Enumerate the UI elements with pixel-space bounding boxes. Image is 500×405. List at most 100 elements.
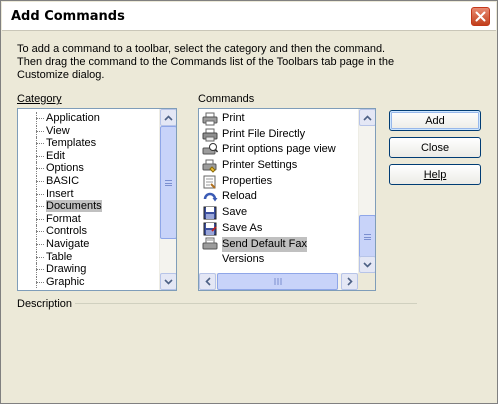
- tree-connector: [18, 124, 46, 137]
- category-item-label: Options: [46, 162, 84, 175]
- tree-connector: [18, 162, 46, 175]
- commands-label: Commands: [198, 93, 254, 105]
- scroll-up-button[interactable]: [359, 109, 375, 126]
- hscroll-thumb[interactable]: [217, 273, 338, 290]
- properties-icon: [202, 175, 218, 189]
- description-label: Description: [17, 298, 73, 310]
- instructions-text: To add a command to a toolbar, select th…: [17, 43, 395, 81]
- arrow-right-icon: [346, 277, 353, 286]
- command-item-label: Print options page view: [222, 143, 336, 156]
- command-item[interactable]: Print: [199, 111, 359, 127]
- close-window-button[interactable]: [471, 7, 490, 26]
- command-item-label: Send Default Fax: [222, 236, 307, 253]
- command-item-label: Reload: [222, 190, 257, 203]
- category-item[interactable]: Table: [18, 250, 160, 264]
- help-button[interactable]: Help: [389, 164, 481, 185]
- scroll-right-button[interactable]: [341, 273, 358, 290]
- command-item[interactable]: Versions: [199, 252, 359, 268]
- commands-vscrollbar[interactable]: [358, 109, 375, 273]
- save-icon: [202, 206, 218, 220]
- command-item-label: Printer Settings: [222, 159, 298, 172]
- grip-icon: [364, 233, 371, 240]
- command-item[interactable]: Reload: [199, 189, 359, 205]
- category-item[interactable]: Edit: [18, 149, 160, 163]
- help-button-label: Help: [423, 168, 447, 181]
- scroll-thumb[interactable]: [359, 215, 375, 258]
- category-item-label: View: [46, 124, 70, 137]
- printer-settings-icon: [202, 159, 218, 173]
- scroll-left-button[interactable]: [199, 273, 216, 290]
- category-item[interactable]: Insert: [18, 187, 160, 201]
- close-icon: [475, 11, 486, 22]
- add-button[interactable]: Add: [389, 110, 481, 131]
- scroll-down-button[interactable]: [160, 273, 176, 290]
- category-item[interactable]: Application: [18, 112, 160, 125]
- category-item-label: Drawing: [46, 263, 87, 276]
- category-item[interactable]: BASIC: [18, 174, 160, 188]
- command-item-label: Save As: [222, 221, 263, 234]
- category-item[interactable]: Options: [18, 162, 160, 175]
- category-item-label: Navigate: [46, 237, 90, 250]
- reload-icon: [202, 190, 218, 204]
- category-list[interactable]: Application View Templates Edit Options BASIC…: [17, 108, 177, 291]
- command-item[interactable]: Properties: [199, 174, 359, 190]
- command-item-label: Properties: [222, 174, 273, 187]
- commands-list[interactable]: Print Print File Directly Print options pa…: [198, 108, 376, 291]
- category-item[interactable]: Documents: [18, 200, 160, 213]
- category-item-label: Templates: [46, 137, 97, 150]
- tree-connector: [18, 275, 46, 288]
- blank-icon: [202, 253, 218, 267]
- fax-icon: [202, 237, 218, 251]
- commands-hscrollbar[interactable]: [199, 273, 358, 290]
- tree-connector: [18, 212, 46, 225]
- tree-connector: [18, 112, 46, 124]
- grip-icon: [165, 179, 172, 186]
- category-vscrollbar[interactable]: [159, 109, 176, 290]
- add-commands-dialog: Add Commands To add a command to a toolb…: [0, 0, 498, 404]
- command-item-label: Versions: [222, 253, 265, 266]
- tree-connector: [18, 137, 46, 150]
- tree-connector: [18, 200, 46, 213]
- category-item-label: Edit: [46, 149, 65, 162]
- category-item-label: Documents: [46, 200, 102, 213]
- category-item[interactable]: Controls: [18, 225, 160, 238]
- command-item[interactable]: Save As: [199, 221, 359, 237]
- category-item-label: Table: [46, 250, 73, 263]
- category-item-label: Application: [46, 112, 100, 124]
- category-item[interactable]: Format: [18, 212, 160, 226]
- category-label-text: Category: [17, 93, 62, 105]
- printer-direct-icon: [202, 128, 218, 142]
- category-item[interactable]: Templates: [18, 137, 160, 150]
- printer-icon: [202, 112, 218, 126]
- category-item[interactable]: Graphic: [18, 275, 160, 289]
- command-item[interactable]: Print File Directly: [199, 127, 359, 143]
- tree-connector: [18, 149, 46, 162]
- close-button[interactable]: Close: [389, 137, 481, 158]
- arrow-up-icon: [363, 114, 372, 121]
- command-item[interactable]: Save: [199, 205, 359, 221]
- category-item[interactable]: Navigate: [18, 237, 160, 251]
- tree-connector: [18, 263, 46, 276]
- tree-connector: [18, 250, 46, 263]
- title-bar: Add Commands: [2, 2, 496, 31]
- arrow-up-icon: [164, 114, 173, 121]
- scroll-down-button[interactable]: [359, 256, 375, 273]
- scroll-thumb[interactable]: [160, 126, 176, 239]
- command-item[interactable]: Print options page view: [199, 142, 359, 158]
- command-item[interactable]: Send Default Fax: [199, 236, 359, 253]
- category-item[interactable]: View: [18, 124, 160, 138]
- tree-connector: [18, 174, 46, 187]
- category-item-label: Graphic: [46, 275, 85, 288]
- command-item-label: Print File Directly: [222, 127, 306, 140]
- category-item-label: BASIC: [46, 174, 80, 187]
- command-item-label: Save: [222, 206, 248, 219]
- tree-connector: [18, 187, 46, 200]
- category-item[interactable]: Drawing: [18, 263, 160, 276]
- save-as-icon: [202, 222, 218, 236]
- scroll-up-button[interactable]: [160, 109, 176, 126]
- description-separator: [75, 303, 417, 304]
- category-item-label: Controls: [46, 225, 87, 238]
- print-options-icon: [202, 143, 218, 157]
- category-label: Category: [17, 93, 62, 105]
- command-item[interactable]: Printer Settings: [199, 158, 359, 174]
